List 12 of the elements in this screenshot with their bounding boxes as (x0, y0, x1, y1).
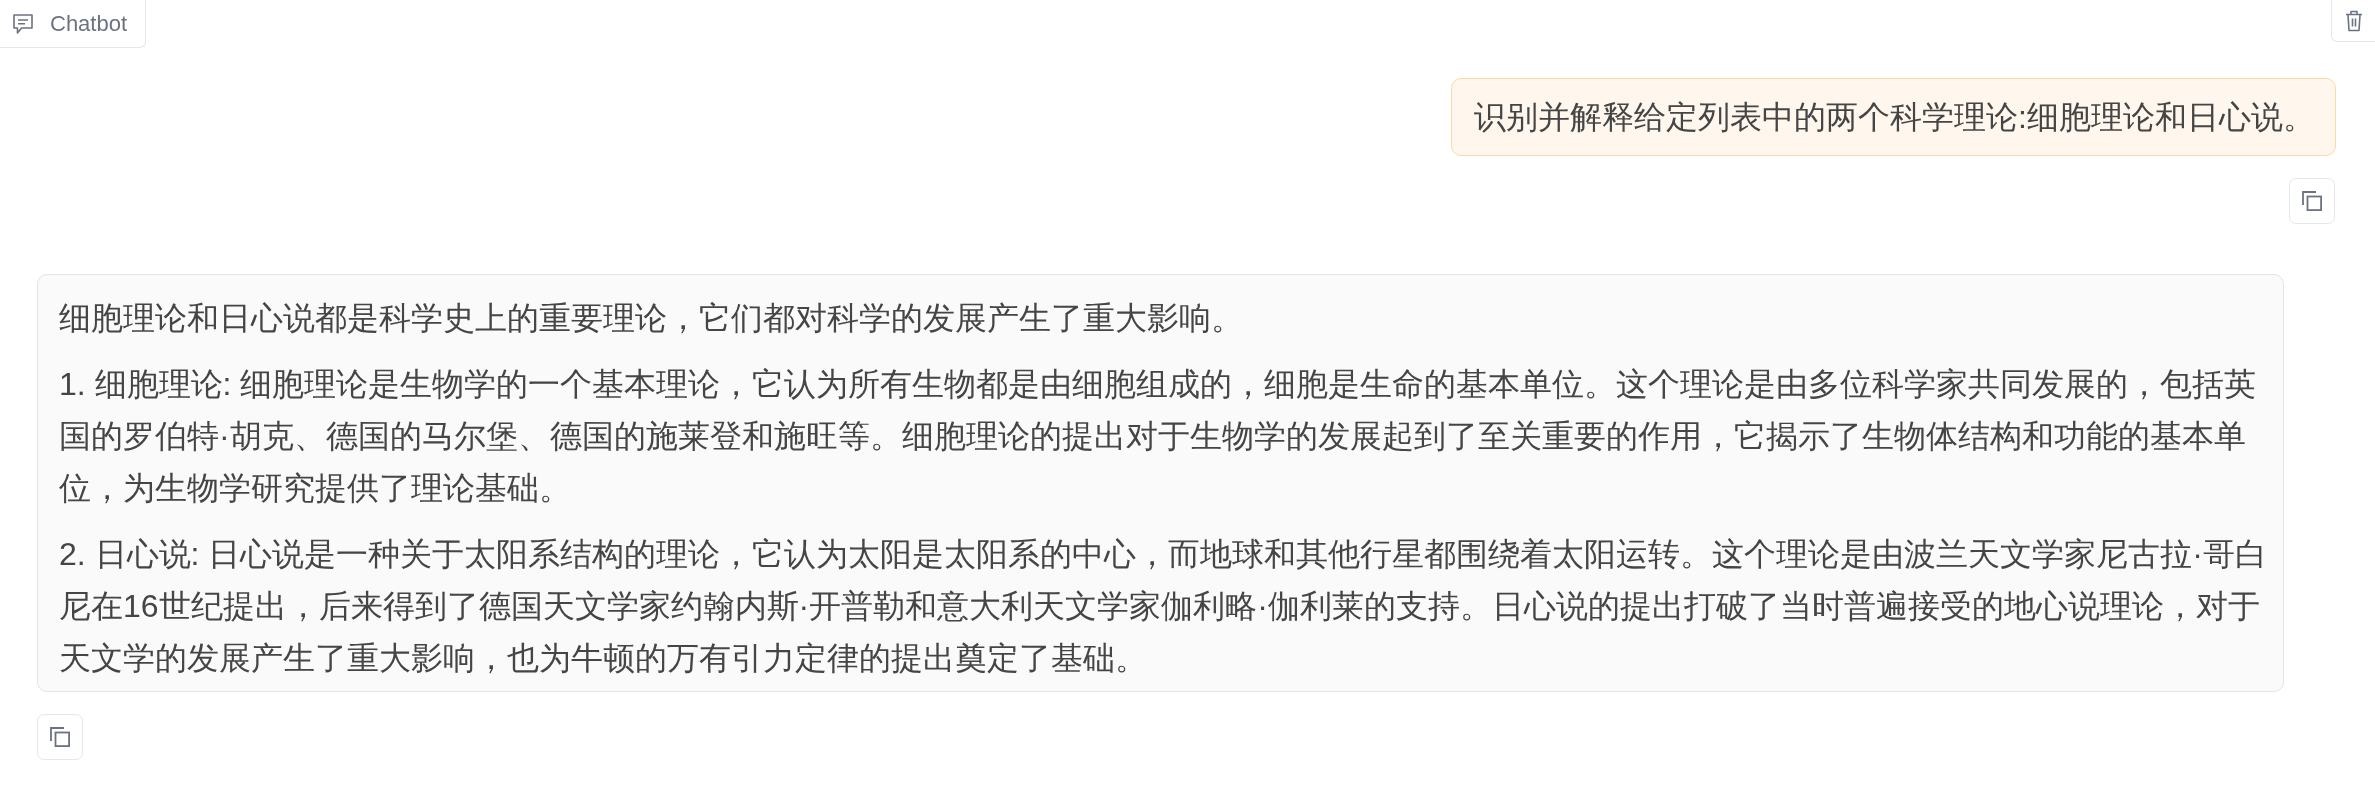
message-paragraph: 识别并解释给定列表中的两个科学理论:细胞理论和日心说。 (1474, 98, 2315, 137)
label-text: Chatbot (50, 12, 128, 35)
copy-icon (2302, 191, 2322, 211)
trash-icon (2344, 9, 2363, 32)
copy-button[interactable] (37, 714, 83, 760)
copy-icon (50, 727, 70, 747)
chat-icon (13, 13, 33, 34)
copy-button[interactable] (2289, 178, 2335, 224)
message-paragraph: 2. 日心说: 日心说是一种关于太阳系结构的理论，它认为太阳是太阳系的中心，而地球和其他行星都围绕着太阳运转。这个理论是由波兰天文学家尼古拉·哥白尼在16世纪提出，后来得到了德国天文学家约翰内斯·开普勒和意大利天文学家伽利略·伽利莱的支持。日心说的提出打破了当时普遍接受的地心说理论，对于天文学的发展产生了重大影响，也为牛顿的万有引力定律的提出奠定了基础。 (59, 535, 2267, 678)
message-paragraph: 1. 细胞理论: 细胞理论是生物学的一个基本理论，它认为所有生物都是由细胞组成的，细胞是生命的基本单位。这个理论是由多位科学家共同发展的，包括英国的罗伯特·胡克、德国的马尔堡、德国的施莱登和施旺等。细胞理论的提出对于生物学的发展起到了至关重要的作用，它揭示了生物体结构和功能的基本单位，为生物学研究提供了理论基础。 (59, 365, 2258, 508)
delete-button[interactable] (2331, 0, 2375, 42)
message-paragraph: 细胞理论和日心说都是科学史上的重要理论，它们都对科学的发展产生了重大影响。 (59, 299, 1244, 338)
